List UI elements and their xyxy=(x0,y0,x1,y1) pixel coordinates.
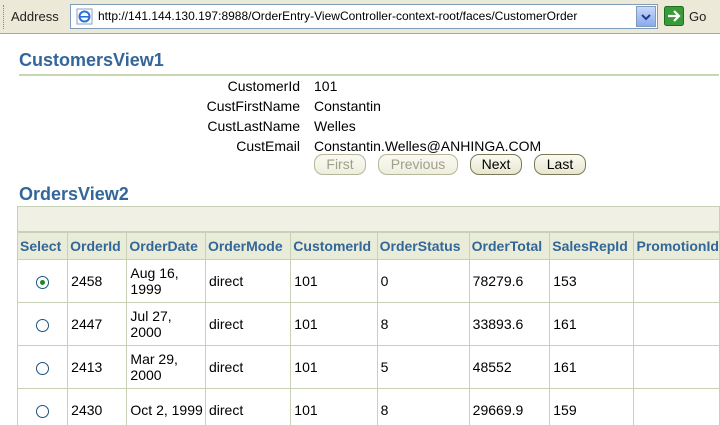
address-input[interactable]: http://141.144.130.197:8988/OrderEntry-V… xyxy=(70,4,658,29)
order-status-cell: 0 xyxy=(376,259,470,303)
order-status-cell: 8 xyxy=(376,388,470,425)
order-total-cell: 78279.6 xyxy=(468,259,551,303)
row-select-radio[interactable] xyxy=(36,361,50,375)
select-cell xyxy=(17,302,69,346)
sales-rep-id-cell: 159 xyxy=(549,388,635,425)
col-header-promotion-id[interactable]: PromotionId xyxy=(633,232,720,260)
col-header-order-date[interactable]: OrderDate xyxy=(126,232,206,260)
chevron-down-icon xyxy=(641,14,651,21)
order-id-cell: 2413 xyxy=(67,345,128,389)
order-date-cell: Mar 29, 2000 xyxy=(126,345,206,389)
next-button[interactable]: Next xyxy=(470,154,522,175)
col-header-customer-id[interactable]: CustomerId xyxy=(290,232,378,260)
order-date-cell: Jul 27, 2000 xyxy=(126,302,206,346)
field-value-customer-id: 101 xyxy=(314,78,338,94)
address-dropdown-button[interactable] xyxy=(636,6,656,27)
order-total-cell: 48552 xyxy=(468,345,551,389)
col-header-order-mode[interactable]: OrderMode xyxy=(204,232,292,260)
col-header-order-id[interactable]: OrderId xyxy=(67,232,128,260)
order-mode-cell: direct xyxy=(204,345,292,389)
order-date-cell: Oct 2, 1999 xyxy=(126,388,206,425)
previous-button[interactable]: Previous xyxy=(378,154,458,175)
order-date-cell: Aug 16, 1999 xyxy=(126,259,206,303)
address-bar: Address http://141.144.130.197:8988/Orde… xyxy=(0,0,720,34)
address-label: Address xyxy=(11,9,59,24)
order-total-cell: 33893.6 xyxy=(468,302,551,346)
order-id-cell: 2458 xyxy=(67,259,128,303)
field-customer-id: CustomerId xyxy=(0,78,300,98)
col-header-select: Select xyxy=(17,232,69,260)
table-control-bar xyxy=(17,206,720,232)
table-header-row: Select OrderId OrderDate OrderMode Custo… xyxy=(17,232,720,260)
customer-id-cell: 101 xyxy=(290,345,378,389)
customer-id-cell: 101 xyxy=(290,302,378,346)
last-button[interactable]: Last xyxy=(534,154,586,175)
col-header-order-status[interactable]: OrderStatus xyxy=(376,232,470,260)
customer-id-cell: 101 xyxy=(290,388,378,425)
field-label: CustFirstName xyxy=(206,98,300,114)
row-select-radio[interactable] xyxy=(36,275,50,289)
table-row: 2447 Jul 27, 2000 direct 101 8 33893.6 1… xyxy=(17,302,720,346)
promotion-id-cell xyxy=(633,345,720,389)
row-select-radio[interactable] xyxy=(36,404,50,418)
go-arrow-icon[interactable] xyxy=(664,6,684,26)
sales-rep-id-cell: 153 xyxy=(549,259,635,303)
select-cell xyxy=(17,259,69,303)
orders-table: Select OrderId OrderDate OrderMode Custo… xyxy=(17,232,720,425)
table-row: 2458 Aug 16, 1999 direct 101 0 78279.6 1… xyxy=(17,259,720,303)
first-button[interactable]: First xyxy=(314,154,366,175)
sales-rep-id-cell: 161 xyxy=(549,302,635,346)
customers-view-title: CustomersView1 xyxy=(19,50,164,70)
order-mode-cell: direct xyxy=(204,388,292,425)
table-row: 2413 Mar 29, 2000 direct 101 5 48552 161 xyxy=(17,345,720,389)
promotion-id-cell xyxy=(633,259,720,303)
field-label: CustEmail xyxy=(236,138,300,154)
ie-page-icon xyxy=(76,8,93,25)
promotion-id-cell xyxy=(633,302,720,346)
order-mode-cell: direct xyxy=(204,302,292,346)
table-row: 2430 Oct 2, 1999 direct 101 8 29669.9 15… xyxy=(17,388,720,425)
select-cell xyxy=(17,345,69,389)
order-status-cell: 5 xyxy=(376,345,470,389)
field-value-last-name: Welles xyxy=(314,118,356,134)
field-last-name: CustLastName xyxy=(0,118,300,138)
field-label: CustomerId xyxy=(227,78,300,94)
field-first-name: CustFirstName xyxy=(0,98,300,118)
select-cell xyxy=(17,388,69,425)
col-header-order-total[interactable]: OrderTotal xyxy=(468,232,551,260)
order-mode-cell: direct xyxy=(204,259,292,303)
address-url[interactable]: http://141.144.130.197:8988/OrderEntry-V… xyxy=(98,9,633,23)
promotion-id-cell xyxy=(633,388,720,425)
order-id-cell: 2447 xyxy=(67,302,128,346)
order-total-cell: 29669.9 xyxy=(468,388,551,425)
order-status-cell: 8 xyxy=(376,302,470,346)
orders-view-title: OrdersView2 xyxy=(19,184,129,204)
customer-id-cell: 101 xyxy=(290,259,378,303)
row-select-radio[interactable] xyxy=(36,318,50,332)
section-divider xyxy=(19,74,719,76)
orders-table-container: Select OrderId OrderDate OrderMode Custo… xyxy=(17,206,720,425)
order-id-cell: 2430 xyxy=(67,388,128,425)
toolbar-grip[interactable] xyxy=(3,5,7,29)
sales-rep-id-cell: 161 xyxy=(549,345,635,389)
col-header-sales-rep-id[interactable]: SalesRepId xyxy=(549,232,635,260)
field-email: CustEmail xyxy=(0,138,300,158)
field-label: CustLastName xyxy=(207,118,300,134)
field-value-email: Constantin.Welles@ANHINGA.COM xyxy=(314,138,542,154)
field-value-first-name: Constantin xyxy=(314,98,381,114)
go-button[interactable]: Go xyxy=(689,9,706,24)
